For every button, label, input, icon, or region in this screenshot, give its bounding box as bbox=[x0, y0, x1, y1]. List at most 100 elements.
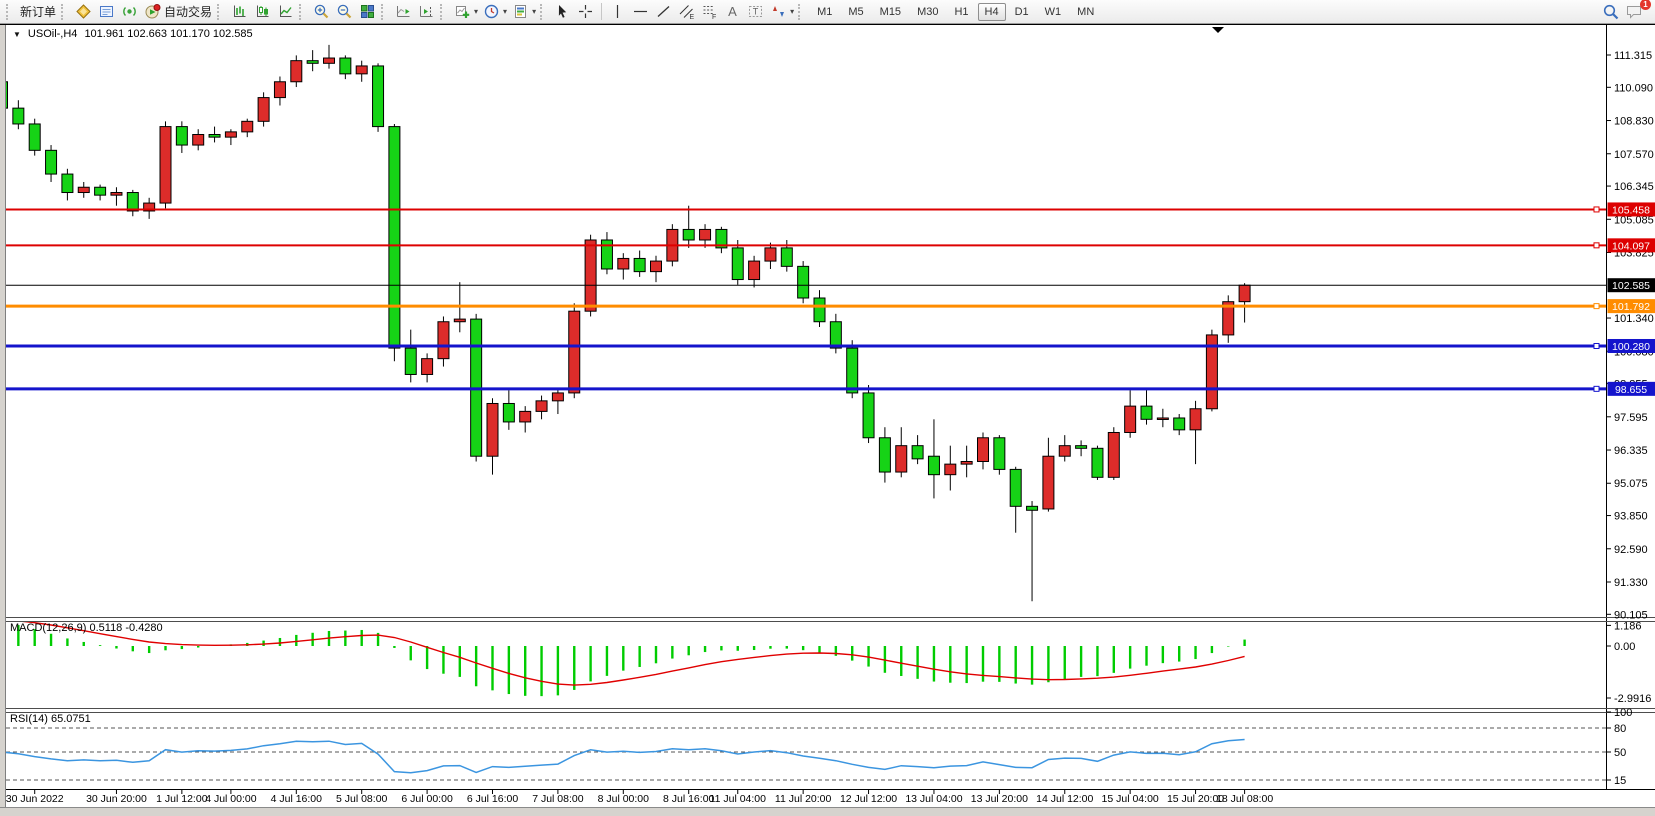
level-handle bbox=[1594, 243, 1599, 248]
periods-dropdown-caret[interactable]: ▾ bbox=[503, 7, 507, 16]
price-tick-label: 108.830 bbox=[1614, 116, 1654, 128]
time-tick-label: 7 Jul 08:00 bbox=[532, 793, 584, 805]
timeframe-mn-button[interactable]: MN bbox=[1070, 3, 1101, 21]
zoom-in-icon[interactable] bbox=[313, 3, 330, 20]
timeframe-m30-button[interactable]: M30 bbox=[910, 3, 945, 21]
timeframe-m15-button[interactable]: M15 bbox=[873, 3, 908, 21]
equidistant-channel-tool-icon[interactable]: E bbox=[678, 3, 695, 20]
macd-tick-label: 1.186 bbox=[1614, 620, 1642, 632]
macd-tick-label: 0.00 bbox=[1614, 641, 1635, 653]
timeframe-d1-button[interactable]: D1 bbox=[1008, 3, 1036, 21]
time-tick-label: 6 Jul 00:00 bbox=[401, 793, 453, 805]
cursor-icon[interactable] bbox=[554, 3, 571, 20]
autotrading-button[interactable]: 自动交易 bbox=[141, 2, 215, 21]
rsi-tick-label: 15 bbox=[1614, 775, 1626, 787]
candle bbox=[454, 319, 465, 322]
candle bbox=[569, 311, 580, 393]
candle bbox=[1043, 456, 1054, 509]
candle bbox=[438, 322, 449, 359]
line-chart-type-icon[interactable] bbox=[277, 3, 294, 20]
autotrading-icon bbox=[144, 3, 161, 20]
text-label-tool-icon[interactable]: T bbox=[747, 3, 764, 20]
candlestick-chart-canvas[interactable]: 111.315110.090108.830107.570106.345105.0… bbox=[0, 0, 1655, 816]
time-tick-label: 8 Jul 00:00 bbox=[598, 793, 650, 805]
candle bbox=[928, 456, 939, 474]
notifications-button[interactable]: 1 bbox=[1622, 3, 1645, 20]
arrows-tool-icon[interactable] bbox=[770, 3, 787, 20]
text-a-glyph: A bbox=[728, 4, 737, 19]
candle bbox=[340, 58, 351, 74]
candle bbox=[879, 438, 890, 472]
timeframe-h4-button[interactable]: H4 bbox=[978, 3, 1006, 21]
time-tick-label: 15 Jul 04:00 bbox=[1102, 793, 1159, 805]
vertical-line-tool-icon[interactable] bbox=[609, 3, 626, 20]
new-order-button[interactable]: 新订单 bbox=[17, 2, 59, 21]
time-tick-label: 11 Jul 20:00 bbox=[775, 793, 832, 805]
toolbar-grip bbox=[217, 4, 223, 20]
zoom-out-icon[interactable] bbox=[336, 3, 353, 20]
time-tick-label: 12 Jul 12:00 bbox=[840, 793, 897, 805]
market-watch-icon[interactable] bbox=[75, 3, 92, 20]
candle bbox=[1059, 446, 1070, 457]
candle bbox=[1141, 406, 1152, 419]
candle bbox=[961, 461, 972, 464]
candle bbox=[258, 98, 269, 122]
crosshair-icon[interactable] bbox=[577, 3, 594, 20]
price-tick-label: 91.330 bbox=[1614, 577, 1648, 589]
candle bbox=[503, 403, 514, 421]
candle bbox=[1125, 406, 1136, 432]
templates-icon[interactable] bbox=[512, 3, 529, 20]
candlestick-chart-type-icon[interactable] bbox=[254, 3, 271, 20]
candle bbox=[945, 464, 956, 475]
chart-title-bar[interactable]: ▼ USOil-,H4 101.961 102.663 101.170 102.… bbox=[13, 28, 253, 40]
candle bbox=[62, 174, 73, 192]
arrows-dropdown-caret[interactable]: ▾ bbox=[790, 7, 794, 16]
fibonacci-f-glyph: F bbox=[712, 14, 716, 20]
new-order-label: 新订单 bbox=[20, 3, 56, 20]
candle bbox=[225, 132, 236, 137]
timeframe-m5-button[interactable]: M5 bbox=[841, 3, 870, 21]
toolbar-grip bbox=[798, 4, 804, 20]
candle bbox=[749, 261, 760, 279]
time-tick-label: 30 Jun 20:00 bbox=[86, 793, 147, 805]
fibonacci-tool-icon[interactable]: F bbox=[701, 3, 718, 20]
toolbar-separator bbox=[601, 3, 602, 20]
time-tick-label: 5 Jul 08:00 bbox=[336, 793, 388, 805]
candle bbox=[651, 261, 662, 272]
candle bbox=[176, 127, 187, 145]
trendline-tool-icon[interactable] bbox=[655, 3, 672, 20]
signals-icon[interactable] bbox=[121, 3, 138, 20]
data-window-icon[interactable] bbox=[98, 3, 115, 20]
candle bbox=[552, 393, 563, 401]
candle bbox=[422, 359, 433, 375]
candle bbox=[193, 135, 204, 146]
indicators-icon[interactable] bbox=[454, 3, 471, 20]
candle bbox=[160, 127, 171, 203]
timeframe-w1-button[interactable]: W1 bbox=[1038, 3, 1069, 21]
timeframe-m1-button[interactable]: M1 bbox=[810, 3, 839, 21]
horizontal-line-tool-icon[interactable] bbox=[632, 3, 649, 20]
candle bbox=[585, 240, 596, 311]
macd-indicator-label: MACD(12,26,9) 0.5118 -0.4280 bbox=[10, 622, 163, 634]
periods-clock-icon[interactable] bbox=[483, 3, 500, 20]
price-tick-label: 111.315 bbox=[1614, 50, 1652, 62]
candle bbox=[274, 82, 285, 98]
price-tick-label: 107.570 bbox=[1614, 149, 1654, 161]
candle bbox=[389, 127, 400, 349]
candle bbox=[356, 66, 367, 74]
timeframe-h1-button[interactable]: H1 bbox=[947, 3, 975, 21]
indicators-dropdown-caret[interactable]: ▾ bbox=[474, 7, 478, 16]
price-tick-label: 92.590 bbox=[1614, 544, 1648, 556]
candle bbox=[978, 438, 989, 462]
tile-windows-icon[interactable] bbox=[359, 3, 376, 20]
auto-scroll-icon[interactable] bbox=[395, 3, 412, 20]
candle bbox=[46, 150, 57, 174]
time-tick-label: 18 Jul 08:00 bbox=[1216, 793, 1273, 805]
templates-dropdown-caret[interactable]: ▾ bbox=[532, 7, 536, 16]
chart-shift-icon[interactable] bbox=[418, 3, 435, 20]
price-tick-label: 93.850 bbox=[1614, 511, 1648, 523]
bar-chart-type-icon[interactable] bbox=[231, 3, 248, 20]
text-tool-icon[interactable]: A bbox=[724, 3, 741, 20]
search-icon[interactable] bbox=[1602, 3, 1619, 20]
chart-dropdown-icon[interactable]: ▼ bbox=[13, 30, 21, 39]
